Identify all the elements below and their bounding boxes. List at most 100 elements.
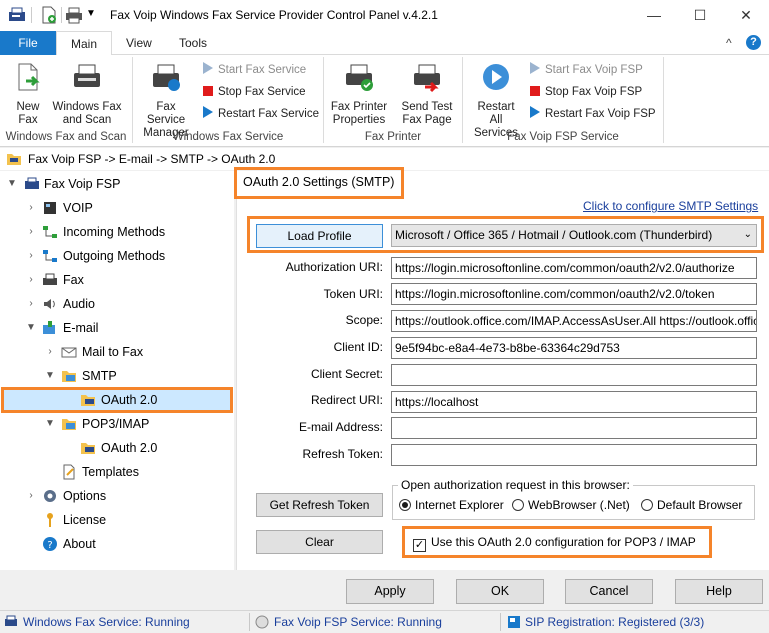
apply-button[interactable]: Apply	[346, 579, 434, 604]
use-pop3-checkbox[interactable]: ✓ Use this OAuth 2.0 configuration for PO…	[402, 526, 712, 558]
tree-label: OAuth 2.0	[101, 393, 158, 407]
tab-view[interactable]: View	[112, 31, 166, 55]
tree-node-options[interactable]: › Options	[0, 486, 234, 506]
play-icon	[203, 62, 213, 74]
start-fax-service-button[interactable]: Start Fax Service	[203, 61, 306, 79]
incoming-network-icon	[43, 226, 57, 238]
tree-node-mail-to-fax[interactable]: › Mail to Fax	[0, 342, 234, 362]
mail-to-fax-icon	[61, 347, 77, 358]
ribbon-collapse-icon[interactable]: ^	[726, 36, 732, 50]
tab-tools[interactable]: Tools	[165, 31, 221, 55]
auth-uri-field[interactable]: https://login.microsoftonline.com/common…	[391, 257, 757, 279]
help-button[interactable]: Help	[675, 579, 763, 604]
client-secret-field[interactable]	[391, 364, 757, 386]
tree-node-license[interactable]: License	[0, 510, 234, 530]
ok-button[interactable]: OK	[456, 579, 544, 604]
collapse-chevron-icon[interactable]: ▼	[7, 174, 17, 194]
minimize-button[interactable]: —	[631, 0, 677, 31]
client-id-field[interactable]: 9e5f94bc-e8a4-4e73-b8be-63364c29d753	[391, 337, 757, 359]
browser-group-label: Open authorization request in this brows…	[398, 478, 633, 492]
stop-fsp-button[interactable]: Stop Fax Voip FSP	[530, 83, 642, 101]
tree-node-root[interactable]: ▼ Fax Voip FSP	[0, 174, 234, 194]
stop-icon	[203, 86, 213, 96]
tree-label: Audio	[63, 297, 95, 311]
clear-button[interactable]: Clear	[256, 530, 383, 554]
tree-node-smtp-oauth[interactable]: OAuth 2.0	[1, 387, 233, 413]
refresh-token-field[interactable]	[391, 444, 757, 466]
tree-node-fax[interactable]: › Fax	[0, 270, 234, 290]
restart-all-services-button[interactable]: Restart All Services	[466, 61, 526, 140]
tree-node-pop3[interactable]: ▼ POP3/IMAP	[0, 414, 234, 434]
radio-webbrowser-net[interactable]: WebBrowser (.Net)	[512, 498, 630, 512]
templates-icon	[63, 464, 75, 480]
maximize-button[interactable]: ☐	[677, 0, 723, 31]
tree-node-about[interactable]: ? About	[0, 534, 234, 554]
radio-default-browser[interactable]: Default Browser	[641, 498, 742, 512]
expand-chevron-icon[interactable]: ›	[26, 222, 36, 242]
tree-node-voip[interactable]: › VOIP	[0, 198, 234, 218]
email-address-label: E-mail Address:	[298, 420, 383, 434]
navigation-tree: ▼ Fax Voip FSP › VOIP › Incoming Methods…	[0, 171, 234, 570]
qa-separator	[61, 7, 62, 23]
fax-printer-properties-button[interactable]: Fax Printer Properties	[328, 61, 390, 127]
collapse-chevron-icon[interactable]: ▼	[26, 318, 36, 338]
tree-node-pop3-oauth[interactable]: OAuth 2.0	[0, 438, 234, 458]
stop-icon	[530, 86, 540, 96]
close-button[interactable]: ✕	[723, 0, 769, 31]
redirect-uri-label: Redirect URI:	[310, 393, 383, 407]
fax-and-scan-button[interactable]: Windows Fax and Scan	[50, 61, 124, 127]
cancel-button[interactable]: Cancel	[565, 579, 653, 604]
load-profile-button[interactable]: Load Profile	[256, 224, 383, 248]
expand-chevron-icon[interactable]: ›	[26, 270, 36, 290]
sip-registration-status: SIP Registration: Registered (3/3)	[525, 615, 705, 629]
expand-chevron-icon[interactable]: ›	[26, 294, 36, 314]
start-fsp-button[interactable]: Start Fax Voip FSP	[530, 61, 643, 79]
radio-label: WebBrowser (.Net)	[528, 498, 630, 512]
restart-fax-service-label: Restart Fax Service	[218, 108, 319, 120]
tree-label: Incoming Methods	[63, 225, 166, 239]
expand-chevron-icon[interactable]: ›	[45, 342, 55, 362]
tree-label: POP3/IMAP	[82, 417, 150, 431]
send-test-fax-icon	[414, 64, 440, 93]
collapse-chevron-icon[interactable]: ▼	[45, 366, 55, 386]
collapse-chevron-icon[interactable]: ▼	[45, 414, 55, 434]
fax-service-manager-button[interactable]: Fax Service Manager	[136, 61, 196, 140]
email-address-field[interactable]	[391, 417, 757, 439]
token-uri-field[interactable]: https://login.microsoftonline.com/common…	[391, 283, 757, 305]
profile-dropdown[interactable]: Microsoft / Office 365 / Hotmail / Outlo…	[391, 224, 757, 247]
redirect-uri-field[interactable]: https://localhost	[391, 391, 757, 413]
expand-chevron-icon[interactable]: ›	[26, 246, 36, 266]
status-divider	[500, 613, 501, 631]
tree-node-outgoing[interactable]: › Outgoing Methods	[0, 246, 234, 266]
fax-machine-icon	[74, 64, 100, 87]
restart-fsp-button[interactable]: Restart Fax Voip FSP	[530, 105, 656, 123]
help-icon[interactable]: ?	[746, 35, 761, 50]
tree-label: Fax Voip FSP	[44, 177, 121, 191]
radio-selected-icon	[399, 499, 411, 511]
tree-node-smtp[interactable]: ▼ SMTP	[0, 366, 234, 386]
tree-node-email[interactable]: ▼ E-mail	[0, 318, 234, 338]
restart-fax-service-button[interactable]: Restart Fax Service	[203, 105, 319, 123]
tab-main[interactable]: Main	[56, 31, 113, 56]
send-test-fax-button[interactable]: Send Test Fax Page	[396, 61, 458, 127]
new-document-icon[interactable]	[40, 6, 58, 24]
tree-node-incoming[interactable]: › Incoming Methods	[0, 222, 234, 242]
scope-field[interactable]: https://outlook.office.com/IMAP.AccessAs…	[391, 310, 757, 332]
tree-node-templates[interactable]: Templates	[0, 462, 234, 482]
tab-file[interactable]: File	[0, 31, 56, 55]
configure-smtp-link[interactable]: Click to configure SMTP Settings	[583, 199, 758, 213]
printer-icon[interactable]	[65, 6, 83, 24]
new-fax-button[interactable]: New Fax	[4, 61, 52, 127]
fax-service-status-icon	[5, 615, 17, 626]
expand-chevron-icon[interactable]: ›	[26, 198, 36, 218]
checkbox-checked-icon: ✓	[413, 539, 426, 552]
qa-dropdown-icon[interactable]: ▼	[86, 8, 96, 19]
tree-label: Options	[63, 489, 107, 503]
tree-node-audio[interactable]: › Audio	[0, 294, 234, 314]
outgoing-network-icon	[43, 250, 57, 262]
expand-chevron-icon[interactable]: ›	[26, 486, 36, 506]
stop-fax-service-button[interactable]: Stop Fax Service	[203, 83, 306, 101]
radio-internet-explorer[interactable]: Internet Explorer	[399, 498, 504, 512]
get-refresh-token-button[interactable]: Get Refresh Token	[256, 493, 383, 517]
breadcrumb-path: Fax Voip FSP -> E-mail -> SMTP -> OAuth …	[28, 152, 276, 166]
